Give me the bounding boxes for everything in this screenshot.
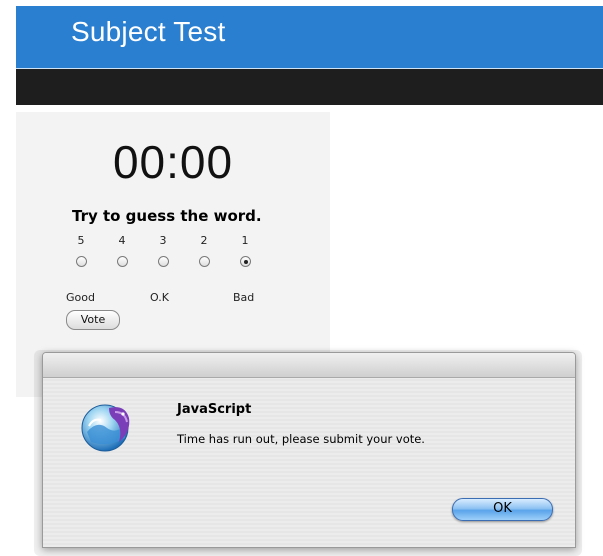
rating-option-5[interactable]: 5 [66, 234, 96, 267]
rating-number: 3 [159, 234, 167, 247]
rating-option-4[interactable]: 4 [107, 234, 137, 267]
nav-bar [16, 69, 603, 105]
ok-button[interactable]: OK [452, 498, 553, 521]
scale-label-good: Good [66, 291, 95, 304]
rating-radio-4[interactable] [116, 256, 128, 267]
rating-number: 4 [118, 234, 126, 247]
vote-button[interactable]: Vote [66, 310, 120, 330]
rating-number: 5 [77, 234, 85, 247]
countdown-timer: 00:00 [112, 136, 234, 188]
rating-number: 2 [200, 234, 208, 247]
rating-radio-5[interactable] [75, 256, 87, 267]
rating-radio-1[interactable] [239, 256, 251, 267]
rating-number: 1 [241, 234, 249, 247]
page-header: Subject Test [16, 6, 603, 68]
page-title: Subject Test [71, 16, 226, 47]
rating-radio-3[interactable] [157, 256, 169, 267]
rating-group: 5 4 3 2 1 [66, 234, 266, 294]
rating-option-3[interactable]: 3 [148, 234, 178, 267]
scale-label-bad: Bad [233, 291, 255, 304]
alert-dialog: JavaScript Time has run out, please subm… [42, 352, 576, 548]
rating-radio-2[interactable] [198, 256, 210, 267]
scale-label-ok: O.K [150, 291, 169, 304]
safari-icon [81, 404, 130, 452]
dialog-message: Time has run out, please submit your vot… [177, 432, 425, 446]
dialog-titlebar [43, 353, 575, 378]
question-prompt: Try to guess the word. [72, 207, 262, 225]
dialog-title: JavaScript [177, 402, 252, 417]
rating-option-1[interactable]: 1 [230, 234, 260, 267]
rating-option-2[interactable]: 2 [189, 234, 219, 267]
